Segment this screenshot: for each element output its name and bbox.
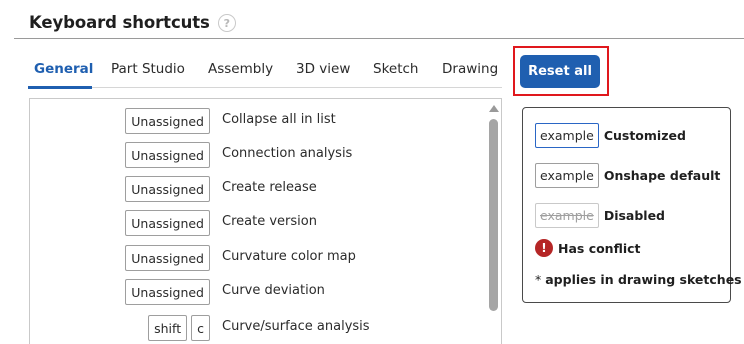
shortcut-row: Unassigned Curvature color map: [30, 245, 490, 271]
tab-drawing[interactable]: Drawing: [442, 61, 498, 77]
shortcut-key[interactable]: Unassigned: [125, 245, 210, 271]
legend-conflict: ! Has conflict: [535, 239, 641, 257]
legend-footnote: * applies in drawing sketches: [535, 272, 742, 287]
shortcut-row: Unassigned Create version: [30, 210, 490, 236]
tab-bar: General Part Studio Assembly 3D view Ske…: [28, 57, 502, 89]
legend-label: Onshape default: [603, 168, 721, 183]
legend-key-default: example: [535, 163, 599, 188]
command-label: Create release: [222, 180, 317, 195]
command-label: Curvature color map: [222, 249, 356, 264]
legend-customized: example Customized: [535, 123, 686, 148]
page-title: Keyboard shortcuts: [29, 12, 210, 32]
tab-3d-view[interactable]: 3D view: [296, 61, 350, 77]
active-tab-indicator: [28, 86, 92, 89]
legend-key-customized: example: [535, 123, 599, 148]
shortcut-row: Unassigned Create release: [30, 176, 490, 202]
legend-panel: example Customized example Onshape defau…: [522, 107, 742, 303]
shortcut-keys: shift c: [148, 315, 210, 341]
question-circle-icon[interactable]: ?: [217, 14, 236, 32]
header: Keyboard shortcuts ?: [29, 12, 236, 32]
shortcut-keys: Unassigned: [125, 245, 210, 271]
tab-sketch[interactable]: Sketch: [373, 61, 418, 77]
shortcut-key[interactable]: Unassigned: [125, 210, 210, 236]
legend-label: Disabled: [603, 208, 666, 223]
shortcut-list: Unassigned Collapse all in list Unassign…: [29, 98, 502, 344]
shortcut-key[interactable]: Unassigned: [125, 142, 210, 168]
header-divider: [14, 38, 744, 39]
shortcut-keys: Unassigned: [125, 108, 210, 134]
legend-disabled: example Disabled: [535, 203, 665, 228]
shortcut-keys: Unassigned: [125, 176, 210, 202]
scrollbar-thumb[interactable]: [489, 119, 498, 311]
legend-label: Has conflict: [558, 240, 641, 256]
exclamation-circle-icon: !: [535, 239, 553, 257]
shortcut-keys: Unassigned: [125, 210, 210, 236]
shortcut-keys: Unassigned: [125, 142, 210, 168]
shortcut-keys: Unassigned: [125, 279, 210, 305]
legend-key-disabled: example: [535, 203, 599, 228]
command-label: Collapse all in list: [222, 112, 336, 127]
shortcut-row: Unassigned Connection analysis: [30, 142, 490, 168]
command-label: Curve deviation: [222, 283, 325, 298]
shortcut-row: Unassigned Curve deviation: [30, 279, 490, 305]
shortcut-key[interactable]: Unassigned: [125, 108, 210, 134]
tab-assembly[interactable]: Assembly: [208, 61, 273, 77]
shortcut-key-c[interactable]: c: [191, 315, 210, 341]
shortcut-row: shift c Curve/surface analysis: [30, 315, 490, 341]
shortcut-key[interactable]: Unassigned: [125, 279, 210, 305]
scroll-up-arrow-icon[interactable]: [489, 105, 499, 112]
reset-all-button[interactable]: Reset all: [520, 55, 600, 88]
shortcut-key-shift[interactable]: shift: [148, 315, 188, 341]
command-label: Connection analysis: [222, 146, 353, 161]
command-label: Curve/surface analysis: [222, 319, 370, 334]
shortcut-key[interactable]: Unassigned: [125, 176, 210, 202]
footnote-text: applies in drawing sketches: [545, 272, 742, 287]
legend-label: Customized: [603, 128, 686, 143]
legend-default: example Onshape default: [535, 163, 720, 188]
tab-general[interactable]: General: [34, 61, 93, 77]
tab-part-studio[interactable]: Part Studio: [111, 61, 185, 77]
footnote-marker: *: [535, 272, 542, 287]
command-label: Create version: [222, 214, 317, 229]
shortcut-row: Unassigned Collapse all in list: [30, 108, 490, 134]
